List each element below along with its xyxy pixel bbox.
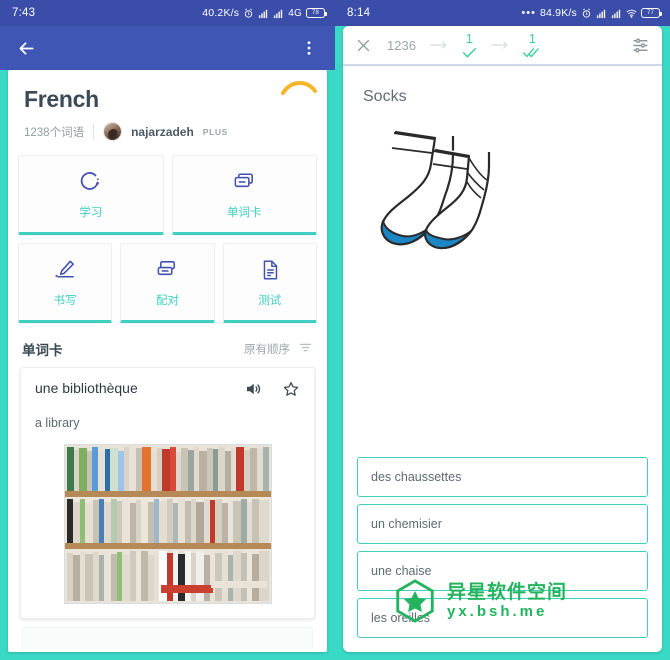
meta-divider bbox=[93, 124, 95, 139]
signal-bars-2-icon bbox=[611, 8, 622, 19]
question-prompt-area: Socks bbox=[343, 66, 662, 457]
study-circle-icon bbox=[78, 169, 104, 195]
bookshelf-photo bbox=[63, 444, 272, 604]
mode-card-label: 配对 bbox=[155, 294, 179, 307]
author-name[interactable]: najarzadeh bbox=[131, 125, 194, 139]
back-arrow-icon[interactable] bbox=[14, 36, 38, 60]
battery-icon: 77 bbox=[641, 8, 662, 18]
term-count-label: 1238个词语 bbox=[24, 126, 85, 139]
mode-card-study[interactable]: 学习 bbox=[18, 155, 164, 235]
mode-cards-row-1: 学习 单词卡 bbox=[18, 155, 317, 235]
left-app-bar bbox=[0, 26, 335, 70]
status-icons: ••• 84.9K/s 77 bbox=[521, 7, 662, 19]
mastered-count-stat[interactable]: 1 bbox=[523, 32, 542, 58]
mode-cards-grid: 学习 单词卡 书写 配对 测试 bbox=[8, 153, 327, 323]
battery-icon: 78 bbox=[306, 8, 327, 18]
more-horizontal-icon: ••• bbox=[521, 7, 536, 19]
flashcards-section-header: 单词卡 原有顺序 bbox=[8, 331, 327, 367]
mode-card-write[interactable]: 书写 bbox=[18, 243, 113, 323]
sort-control[interactable]: 原有顺序 bbox=[244, 340, 313, 358]
yellow-arc-decoration bbox=[281, 76, 317, 96]
flashcard-item[interactable]: une bibliothèque a library bbox=[20, 367, 315, 619]
right-phone-panel: 8:14 ••• 84.9K/s 77 1236 1 1 Socks des c… bbox=[335, 0, 670, 660]
page-title: French bbox=[24, 86, 99, 112]
arrow-right-icon bbox=[477, 40, 523, 50]
status-time: 7:43 bbox=[12, 7, 36, 19]
battery-level-label: 78 bbox=[311, 10, 320, 16]
tune-sliders-icon[interactable] bbox=[626, 36, 650, 55]
set-meta-row: 1238个词语 najarzadeh PLUS bbox=[24, 122, 311, 141]
network-type-label: 4G bbox=[288, 7, 302, 19]
alarm-icon bbox=[581, 8, 592, 19]
mastered-count: 1 bbox=[528, 31, 537, 46]
mode-card-flashcards[interactable]: 单词卡 bbox=[171, 155, 317, 235]
mode-card-label: 单词卡 bbox=[227, 206, 262, 219]
mode-card-match[interactable]: 配对 bbox=[120, 243, 215, 323]
signal-bars-icon bbox=[258, 8, 269, 19]
sort-label: 原有顺序 bbox=[244, 344, 290, 356]
filter-sort-icon[interactable] bbox=[298, 340, 313, 358]
learning-count-stat[interactable]: 1 bbox=[462, 32, 477, 58]
star-outline-icon[interactable] bbox=[282, 380, 300, 403]
flashcard-top-row: une bibliothèque bbox=[35, 380, 300, 403]
single-check-icon bbox=[462, 47, 477, 58]
learning-count: 1 bbox=[465, 31, 474, 46]
left-status-bar: 7:43 40.2K/s 4G 78 bbox=[0, 0, 335, 26]
right-status-bar: 8:14 ••• 84.9K/s 77 bbox=[335, 0, 670, 26]
battery-level-label: 77 bbox=[646, 10, 655, 16]
socks-illustration bbox=[363, 120, 523, 255]
network-speed-label: 40.2K/s bbox=[202, 7, 240, 19]
close-x-icon[interactable] bbox=[355, 37, 381, 54]
status-badge: PLUS bbox=[202, 126, 228, 137]
quiz-toolbar: 1236 1 1 bbox=[343, 26, 662, 64]
mode-card-label: 学习 bbox=[79, 206, 103, 219]
mode-card-test[interactable]: 测试 bbox=[222, 243, 317, 323]
screenshot-stage: 7:43 40.2K/s 4G 78 French 1238个词语 najarz… bbox=[0, 0, 670, 660]
mode-card-label: 书写 bbox=[53, 294, 77, 307]
flashcards-icon bbox=[231, 169, 257, 195]
wifi-icon bbox=[626, 8, 637, 19]
alarm-icon bbox=[243, 8, 254, 19]
next-flashcard-peek[interactable] bbox=[22, 627, 313, 649]
write-pen-icon bbox=[52, 257, 78, 283]
avatar[interactable] bbox=[103, 122, 123, 141]
flashcard-term: une bibliothèque bbox=[35, 380, 138, 396]
match-cards-icon bbox=[154, 257, 180, 283]
signal-bars-icon bbox=[596, 8, 607, 19]
section-title: 单词卡 bbox=[22, 343, 63, 358]
prompt-word: Socks bbox=[363, 88, 407, 105]
mode-card-label: 测试 bbox=[258, 294, 282, 307]
arrow-right-icon bbox=[416, 40, 462, 50]
left-content-sheet: French 1238个词语 najarzadeh PLUS 学习 单词卡 书写… bbox=[8, 70, 327, 652]
status-time: 8:14 bbox=[347, 7, 371, 19]
test-document-icon bbox=[257, 257, 283, 283]
answer-options-list: des chaussettes un chemisier une chaise … bbox=[343, 457, 662, 652]
flashcard-definition: a library bbox=[35, 416, 80, 430]
answer-option[interactable]: les oreilles bbox=[357, 598, 648, 638]
answer-option[interactable]: une chaise bbox=[357, 551, 648, 591]
set-header: French 1238个词语 najarzadeh PLUS bbox=[8, 70, 327, 153]
more-vertical-icon[interactable] bbox=[297, 36, 321, 60]
network-speed-label: 84.9K/s bbox=[539, 7, 577, 19]
left-phone-panel: 7:43 40.2K/s 4G 78 French 1238个词语 najarz… bbox=[0, 0, 335, 660]
right-content-sheet: 1236 1 1 Socks des chaussettes un chemis… bbox=[343, 26, 662, 652]
mode-cards-row-2: 书写 配对 测试 bbox=[18, 243, 317, 323]
flashcard-actions bbox=[244, 380, 300, 403]
signal-bars-2-icon bbox=[273, 8, 284, 19]
answer-option[interactable]: un chemisier bbox=[357, 504, 648, 544]
status-icons: 40.2K/s 4G 78 bbox=[202, 7, 327, 19]
double-check-icon bbox=[523, 47, 542, 58]
answer-option[interactable]: des chaussettes bbox=[357, 457, 648, 497]
speaker-volume-icon[interactable] bbox=[244, 380, 262, 403]
remaining-count: 1236 bbox=[387, 37, 416, 53]
